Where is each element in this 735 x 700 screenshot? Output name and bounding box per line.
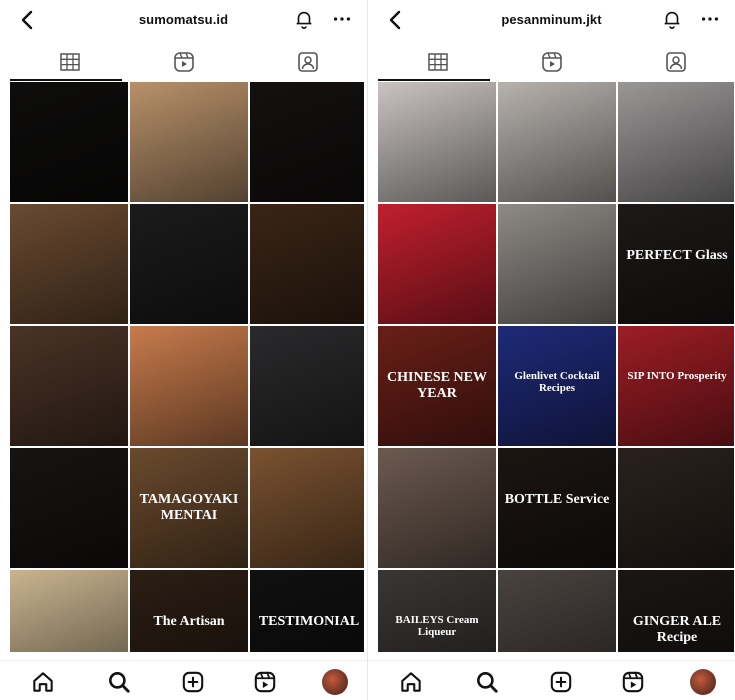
more-options-icon[interactable] xyxy=(331,8,353,30)
more-options-icon[interactable] xyxy=(699,8,721,30)
post-thumbnail[interactable] xyxy=(378,82,496,202)
post-thumbnail[interactable] xyxy=(498,570,616,652)
post-caption-text: TESTIMONIAL xyxy=(258,614,360,629)
tab-grid-icon[interactable] xyxy=(426,50,450,74)
search-icon[interactable] xyxy=(106,669,132,695)
post-thumbnail[interactable] xyxy=(250,204,364,324)
profile-header: sumomatsu.id xyxy=(0,0,367,44)
post-thumbnail[interactable]: GINGER ALE Recipe xyxy=(618,570,734,652)
post-thumbnail[interactable] xyxy=(618,82,734,202)
post-thumbnail[interactable]: TAMAGOYAKI MENTAI xyxy=(130,448,248,568)
profile-panel-sumomatsu: sumomatsu.id TAMAGOYAKI MENTAI The Artisa… xyxy=(0,0,367,700)
bottom-nav xyxy=(368,660,735,700)
post-thumbnail[interactable] xyxy=(10,326,128,446)
post-thumbnail[interactable]: PERFECT Glass xyxy=(618,204,734,324)
notification-bell-icon[interactable] xyxy=(293,8,315,30)
tab-tagged-icon[interactable] xyxy=(296,50,320,74)
profile-panel-pesanminum: pesanminum.jkt PERFECT Glass CHINESE NEW … xyxy=(368,0,735,700)
bottom-nav xyxy=(0,660,367,700)
post-thumbnail[interactable] xyxy=(130,326,248,446)
tab-reels-icon[interactable] xyxy=(172,50,196,74)
profile-tabs xyxy=(368,46,735,78)
post-thumbnail[interactable] xyxy=(498,82,616,202)
tab-reels-icon[interactable] xyxy=(540,50,564,74)
post-caption-text: TAMAGOYAKI MENTAI xyxy=(139,492,239,523)
post-caption-text: SIP INTO Prosperity xyxy=(627,370,727,382)
profile-avatar[interactable] xyxy=(322,669,348,695)
create-post-icon[interactable] xyxy=(180,669,206,695)
post-thumbnail[interactable] xyxy=(10,570,128,652)
profile-tabs xyxy=(0,46,367,78)
post-caption-text: GINGER ALE Recipe xyxy=(632,614,722,645)
post-thumbnail[interactable] xyxy=(250,326,364,446)
post-thumbnail[interactable] xyxy=(10,82,128,202)
post-thumbnail[interactable]: Glenlivet Cocktail Recipes xyxy=(498,326,616,446)
post-thumbnail[interactable]: BOTTLE Service xyxy=(498,448,616,568)
post-thumbnail[interactable]: The Artisan xyxy=(130,570,248,652)
notification-bell-icon[interactable] xyxy=(661,8,683,30)
post-thumbnail[interactable] xyxy=(250,448,364,568)
profile-avatar[interactable] xyxy=(690,669,716,695)
home-icon[interactable] xyxy=(398,669,424,695)
home-icon[interactable] xyxy=(30,669,56,695)
post-caption-text: Glenlivet Cocktail Recipes xyxy=(514,370,600,394)
post-thumbnail[interactable] xyxy=(378,448,496,568)
active-tab-indicator xyxy=(378,79,490,81)
post-thumbnail[interactable] xyxy=(130,204,248,324)
post-thumbnail[interactable] xyxy=(618,448,734,568)
post-caption-text: The Artisan xyxy=(153,614,225,629)
reels-icon[interactable] xyxy=(252,669,278,695)
profile-header: pesanminum.jkt xyxy=(368,0,735,44)
post-thumbnail[interactable]: SIP INTO Prosperity xyxy=(618,326,734,446)
post-thumbnail[interactable]: TESTIMONIAL xyxy=(250,570,364,652)
post-caption-text: PERFECT Glass xyxy=(626,248,728,263)
post-thumbnail[interactable] xyxy=(10,448,128,568)
active-tab-indicator xyxy=(10,79,122,81)
post-grid: PERFECT Glass CHINESE NEW YEAR Glenlivet C… xyxy=(378,82,734,652)
post-thumbnail[interactable] xyxy=(10,204,128,324)
post-caption-text: BOTTLE Service xyxy=(504,492,610,507)
post-thumbnail[interactable] xyxy=(378,204,496,324)
tab-grid-icon[interactable] xyxy=(58,50,82,74)
post-thumbnail[interactable] xyxy=(498,204,616,324)
post-grid: TAMAGOYAKI MENTAI The Artisan TESTIMONIAL xyxy=(10,82,364,652)
search-icon[interactable] xyxy=(474,669,500,695)
post-thumbnail[interactable]: CHINESE NEW YEAR xyxy=(378,326,496,446)
tab-tagged-icon[interactable] xyxy=(664,50,688,74)
post-thumbnail[interactable]: BAILEYS Cream Liqueur xyxy=(378,570,496,652)
post-caption-text: CHINESE NEW YEAR xyxy=(387,370,487,401)
reels-icon[interactable] xyxy=(620,669,646,695)
create-post-icon[interactable] xyxy=(548,669,574,695)
post-thumbnail[interactable] xyxy=(250,82,364,202)
post-thumbnail[interactable] xyxy=(130,82,248,202)
post-caption-text: BAILEYS Cream Liqueur xyxy=(395,614,479,638)
